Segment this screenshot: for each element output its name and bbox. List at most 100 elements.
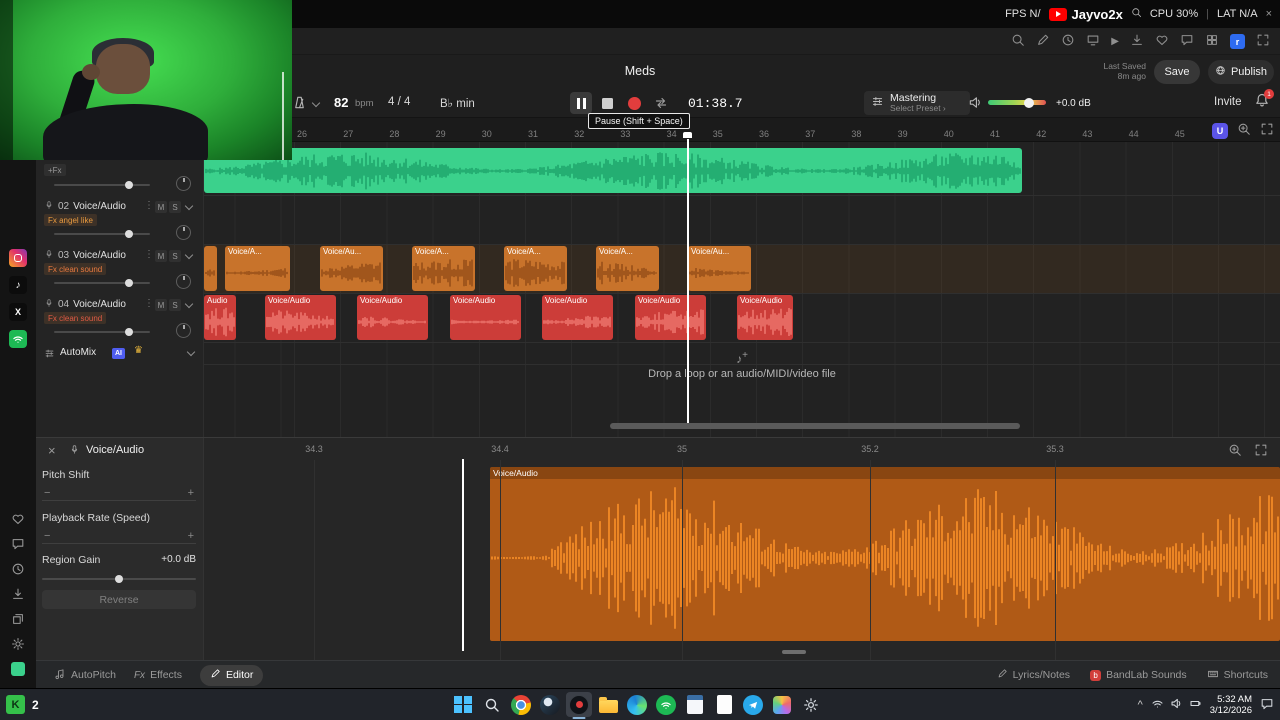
editor-expand-icon[interactable] — [1254, 443, 1268, 460]
gear-icon[interactable] — [11, 637, 25, 654]
audio-region-green[interactable] — [204, 148, 1022, 193]
plus-icon[interactable]: + — [188, 487, 194, 499]
time-signature[interactable]: 4 / 4 — [388, 96, 410, 108]
collapse-chevron-icon[interactable] — [184, 201, 194, 211]
plus-icon[interactable]: + — [188, 530, 194, 542]
instagram-icon[interactable] — [9, 249, 27, 267]
spotify-icon[interactable] — [9, 330, 27, 348]
bandlab-sounds-button[interactable]: b BandLab Sounds — [1090, 669, 1187, 681]
clock-icon[interactable] — [1061, 33, 1075, 50]
heart-icon[interactable] — [1155, 33, 1169, 50]
mute-button[interactable]: M — [155, 250, 167, 262]
mastering-preset[interactable]: Select Preset › — [890, 104, 946, 113]
taskbar-search-icon[interactable] — [479, 692, 505, 717]
editor-scrollbar[interactable] — [782, 650, 806, 654]
taskbar-telegram-icon[interactable] — [740, 692, 766, 717]
editor-canvas[interactable]: Voice/Audio 34.3 34.4 35 35.2 35.3 — [204, 438, 1280, 661]
taskbar-steam-icon[interactable] — [537, 692, 563, 717]
audio-region-orange[interactable]: Voice/A... — [596, 246, 659, 291]
fx-badge[interactable]: Fx clean sound — [44, 312, 107, 324]
solo-button[interactable]: S — [169, 201, 181, 213]
heart-icon[interactable] — [11, 512, 25, 529]
zoom-in-icon[interactable] — [1237, 122, 1251, 139]
bpm-value[interactable]: 82 — [334, 95, 348, 110]
taskbar-edge-icon[interactable] — [624, 692, 650, 717]
bandlab-icon[interactable] — [11, 662, 25, 676]
audio-region-red[interactable]: Voice/Audio — [542, 295, 613, 340]
track-menu-icon[interactable]: ⋮ — [144, 200, 154, 211]
clock[interactable]: 5:32 AM 3/12/2026 — [1210, 694, 1252, 716]
editor-playhead[interactable] — [462, 459, 464, 651]
download-icon[interactable] — [1130, 33, 1144, 50]
taskbar-chrome-icon[interactable] — [508, 692, 534, 717]
x-icon[interactable]: X — [9, 303, 27, 321]
volume-slider[interactable] — [54, 230, 150, 238]
tray-wifi-icon[interactable] — [1151, 697, 1164, 713]
audio-region-orange[interactable]: Voice/Au... — [320, 246, 383, 291]
audio-region-red[interactable]: Voice/Audio — [357, 295, 428, 340]
user-badge[interactable]: U — [1212, 122, 1228, 139]
close-icon[interactable]: × — [1266, 8, 1272, 20]
download-icon[interactable] — [11, 587, 25, 604]
track-menu-icon[interactable]: ⋮ — [144, 249, 154, 260]
editor-audio-region[interactable]: Voice/Audio — [490, 467, 1280, 641]
tab-editor[interactable]: Editor — [199, 664, 264, 686]
key-signature[interactable]: B♭ min — [440, 96, 475, 110]
pencil-icon[interactable] — [1036, 33, 1050, 50]
tray-speaker-icon[interactable] — [1170, 697, 1183, 713]
shortcuts-button[interactable]: Shortcuts — [1207, 668, 1268, 683]
fx-badge[interactable]: Fx clean sound — [44, 263, 107, 275]
audio-region-red[interactable]: Audio — [204, 295, 236, 340]
chat-icon[interactable] — [11, 537, 25, 554]
volume-knob[interactable] — [1024, 97, 1034, 108]
clock-icon[interactable] — [11, 562, 25, 579]
loop-icon[interactable] — [653, 95, 669, 114]
automix-chevron-icon[interactable] — [186, 347, 196, 357]
tab-effects[interactable]: Fx Effects — [134, 669, 182, 681]
tab-autopitch[interactable]: AutoPitch — [54, 668, 116, 683]
close-editor-icon[interactable]: × — [48, 443, 56, 458]
pan-knob[interactable] — [176, 225, 191, 240]
audio-region-red[interactable]: Voice/Audio — [265, 295, 336, 340]
taskbar-file-explorer-icon[interactable] — [595, 692, 621, 717]
mastering-section[interactable]: Mastering Select Preset › — [864, 91, 970, 115]
add-fx-badge[interactable]: +Fx — [44, 164, 66, 176]
pitch-shift-stepper[interactable]: − + — [42, 485, 196, 501]
solo-button[interactable]: S — [169, 250, 181, 262]
audio-region-red[interactable]: Voice/Audio — [737, 295, 793, 340]
layers-icon[interactable] — [11, 612, 25, 629]
playback-rate-stepper[interactable]: − + — [42, 528, 196, 544]
r-badge-icon[interactable]: r — [1230, 34, 1245, 49]
expand-icon[interactable] — [1256, 33, 1270, 50]
audio-region-orange[interactable] — [204, 246, 217, 291]
audio-region-orange[interactable]: Voice/A... — [225, 246, 290, 291]
pause-button[interactable] — [570, 92, 592, 114]
taskbar-photos-icon[interactable] — [769, 692, 795, 717]
grid-icon[interactable] — [1205, 33, 1219, 50]
expand-icon[interactable] — [1260, 122, 1274, 139]
minus-icon[interactable]: − — [44, 530, 50, 542]
audio-region-red[interactable]: Voice/Audio — [450, 295, 521, 340]
reverse-button[interactable]: Reverse — [42, 590, 196, 609]
search-icon[interactable] — [1011, 33, 1025, 50]
horizontal-scrollbar[interactable] — [610, 423, 1020, 429]
region-gain-slider[interactable] — [42, 575, 196, 583]
save-button[interactable]: Save — [1154, 60, 1200, 84]
tray-caret-icon[interactable]: ^ — [1138, 699, 1143, 711]
monitor-icon[interactable] — [1086, 33, 1100, 50]
track-row-2[interactable]: 02 Voice/Audio ⋮ M S Fx angel like — [36, 196, 204, 245]
publish-button[interactable]: Publish — [1208, 60, 1274, 84]
solo-button[interactable]: S — [169, 299, 181, 311]
taskbar-notepad-icon[interactable] — [711, 692, 737, 717]
playhead[interactable] — [687, 139, 689, 426]
taskbar-calculator-icon[interactable] — [682, 692, 708, 717]
audio-region-orange[interactable]: Voice/A... — [504, 246, 567, 291]
volume-slider[interactable] — [54, 181, 150, 189]
playhead-handle[interactable] — [683, 132, 692, 138]
volume-slider[interactable] — [54, 328, 150, 336]
track-row-3[interactable]: 03 Voice/Audio ⋮ M S Fx clean sound — [36, 245, 204, 294]
fx-badge[interactable]: Fx angel like — [44, 214, 97, 226]
audio-region-orange[interactable]: Voice/Au... — [688, 246, 751, 291]
pan-knob[interactable] — [176, 274, 191, 289]
pan-knob[interactable] — [176, 176, 191, 191]
